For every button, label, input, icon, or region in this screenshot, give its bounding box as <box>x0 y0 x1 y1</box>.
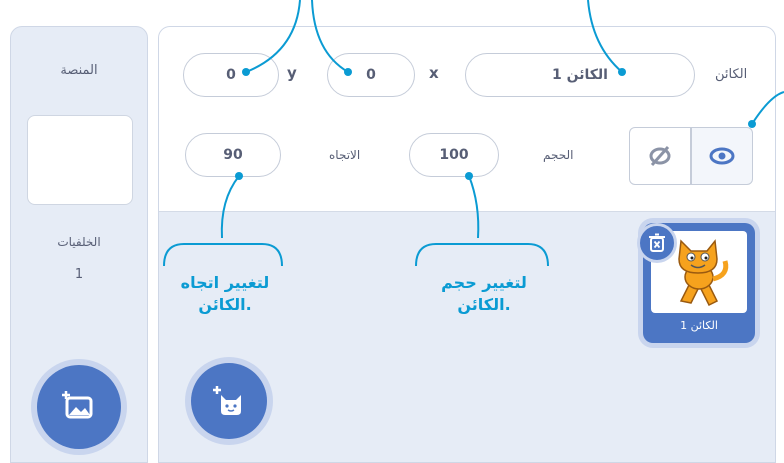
size-callout-line1: لتغيير حجم <box>441 273 527 292</box>
direction-callout: لتغيير اتجاه الكائن. <box>160 272 290 316</box>
direction-callout-line2: الكائن. <box>198 295 252 314</box>
direction-callout-line1: لتغيير اتجاه <box>180 273 270 292</box>
callout-lines <box>163 0 784 267</box>
size-callout: لتغيير حجم الكائن. <box>414 272 554 316</box>
size-callout-line2: الكائن. <box>457 295 511 314</box>
